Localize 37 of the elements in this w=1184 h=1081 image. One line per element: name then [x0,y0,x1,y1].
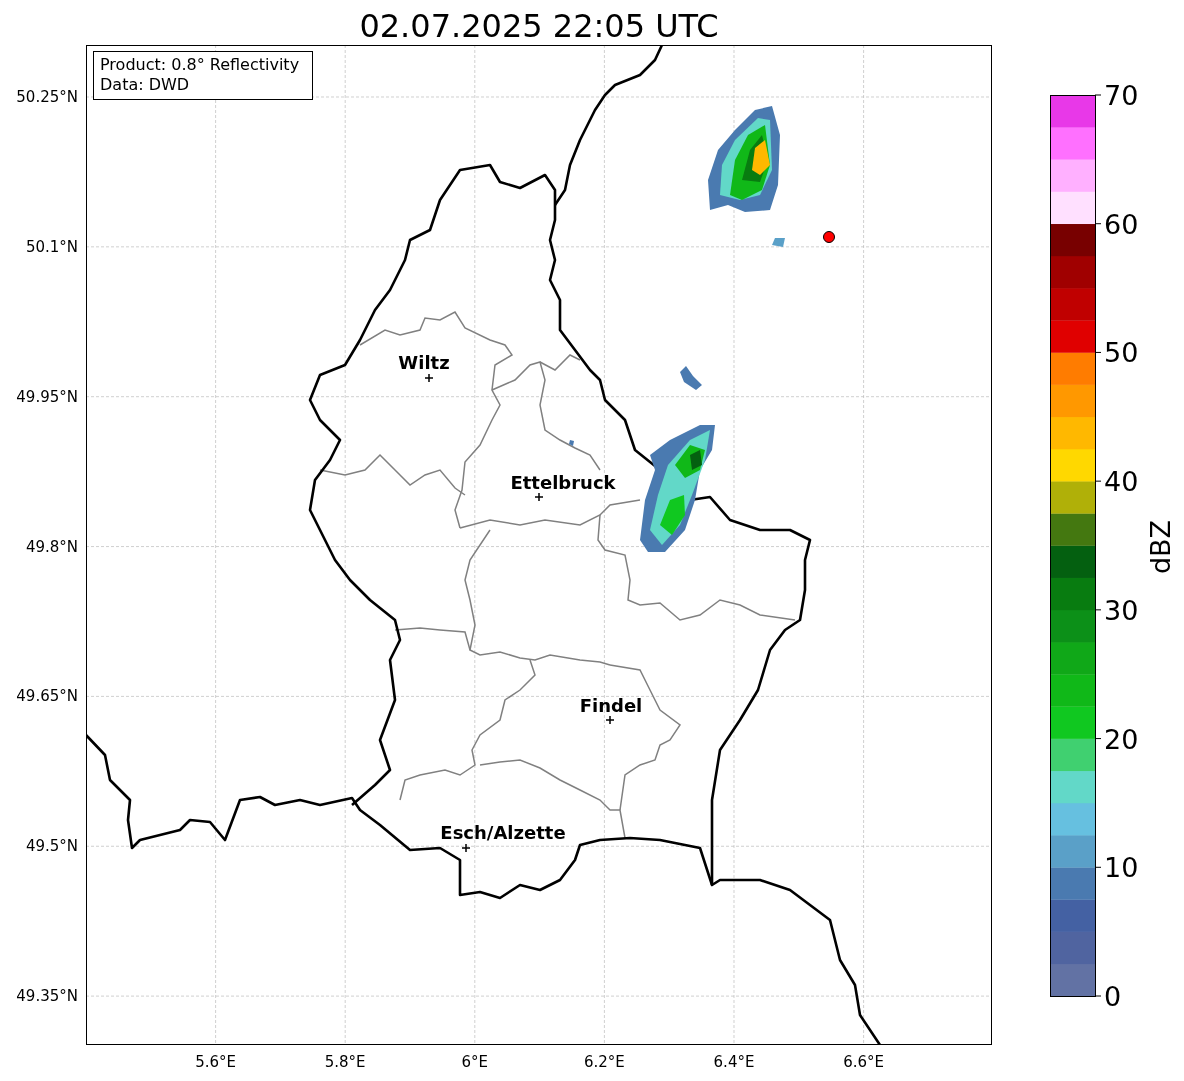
x-tick-label: 6.6°E [843,1053,884,1071]
y-tick-label: 49.5°N [25,837,78,856]
colorbar-tick-label: 60 [1104,208,1139,240]
city-marker [424,373,434,383]
colorbar-tick-label: 30 [1104,594,1139,626]
colorbar-tick-label: 50 [1104,337,1139,369]
y-tick-label: 49.8°N [25,537,78,556]
x-tick-label: 5.6°E [195,1053,236,1071]
x-tick-label: 6.4°E [713,1053,755,1071]
colorbar-tick-label: 0 [1104,981,1122,1012]
x-tick-label: 6.2°E [584,1053,625,1071]
x-tick-label: 6°E [461,1053,489,1071]
chart-title: 02.07.2025 22:05 UTC [358,6,720,45]
city-label: Findel [579,695,643,716]
city-label: Wiltz [398,352,450,373]
y-tick-label: 50.1°N [25,237,78,256]
y-tick-label: 49.35°N [16,987,78,1006]
rain-echo-drawing [680,366,702,390]
info-text: Data: DWD [100,75,190,94]
colorbar-label: dBZ [1145,519,1176,575]
rain-echo-drawing [772,238,785,247]
y-tick-label: 50.25°N [16,88,78,106]
colorbar-tick-label: 70 [1104,80,1139,111]
info-text: Product: 0.8° Reflectivity [100,55,300,74]
y-tick-label: 49.65°N [16,687,78,706]
rain-echo-drawing [569,440,574,446]
city-label: Esch/Alzette [440,822,566,843]
city-label: Ettelbruck [510,472,616,493]
city-marker [534,492,544,502]
city-marker [605,715,615,725]
radar-site-marker [823,231,835,243]
colorbar-tick-label: 20 [1104,723,1139,755]
colorbar-tick-label: 40 [1104,466,1139,498]
city-marker [461,843,471,853]
x-tick-label: 5.8°E [324,1053,366,1071]
y-tick-label: 49.95°N [16,387,78,406]
colorbar-tick-label: 10 [1104,852,1139,884]
